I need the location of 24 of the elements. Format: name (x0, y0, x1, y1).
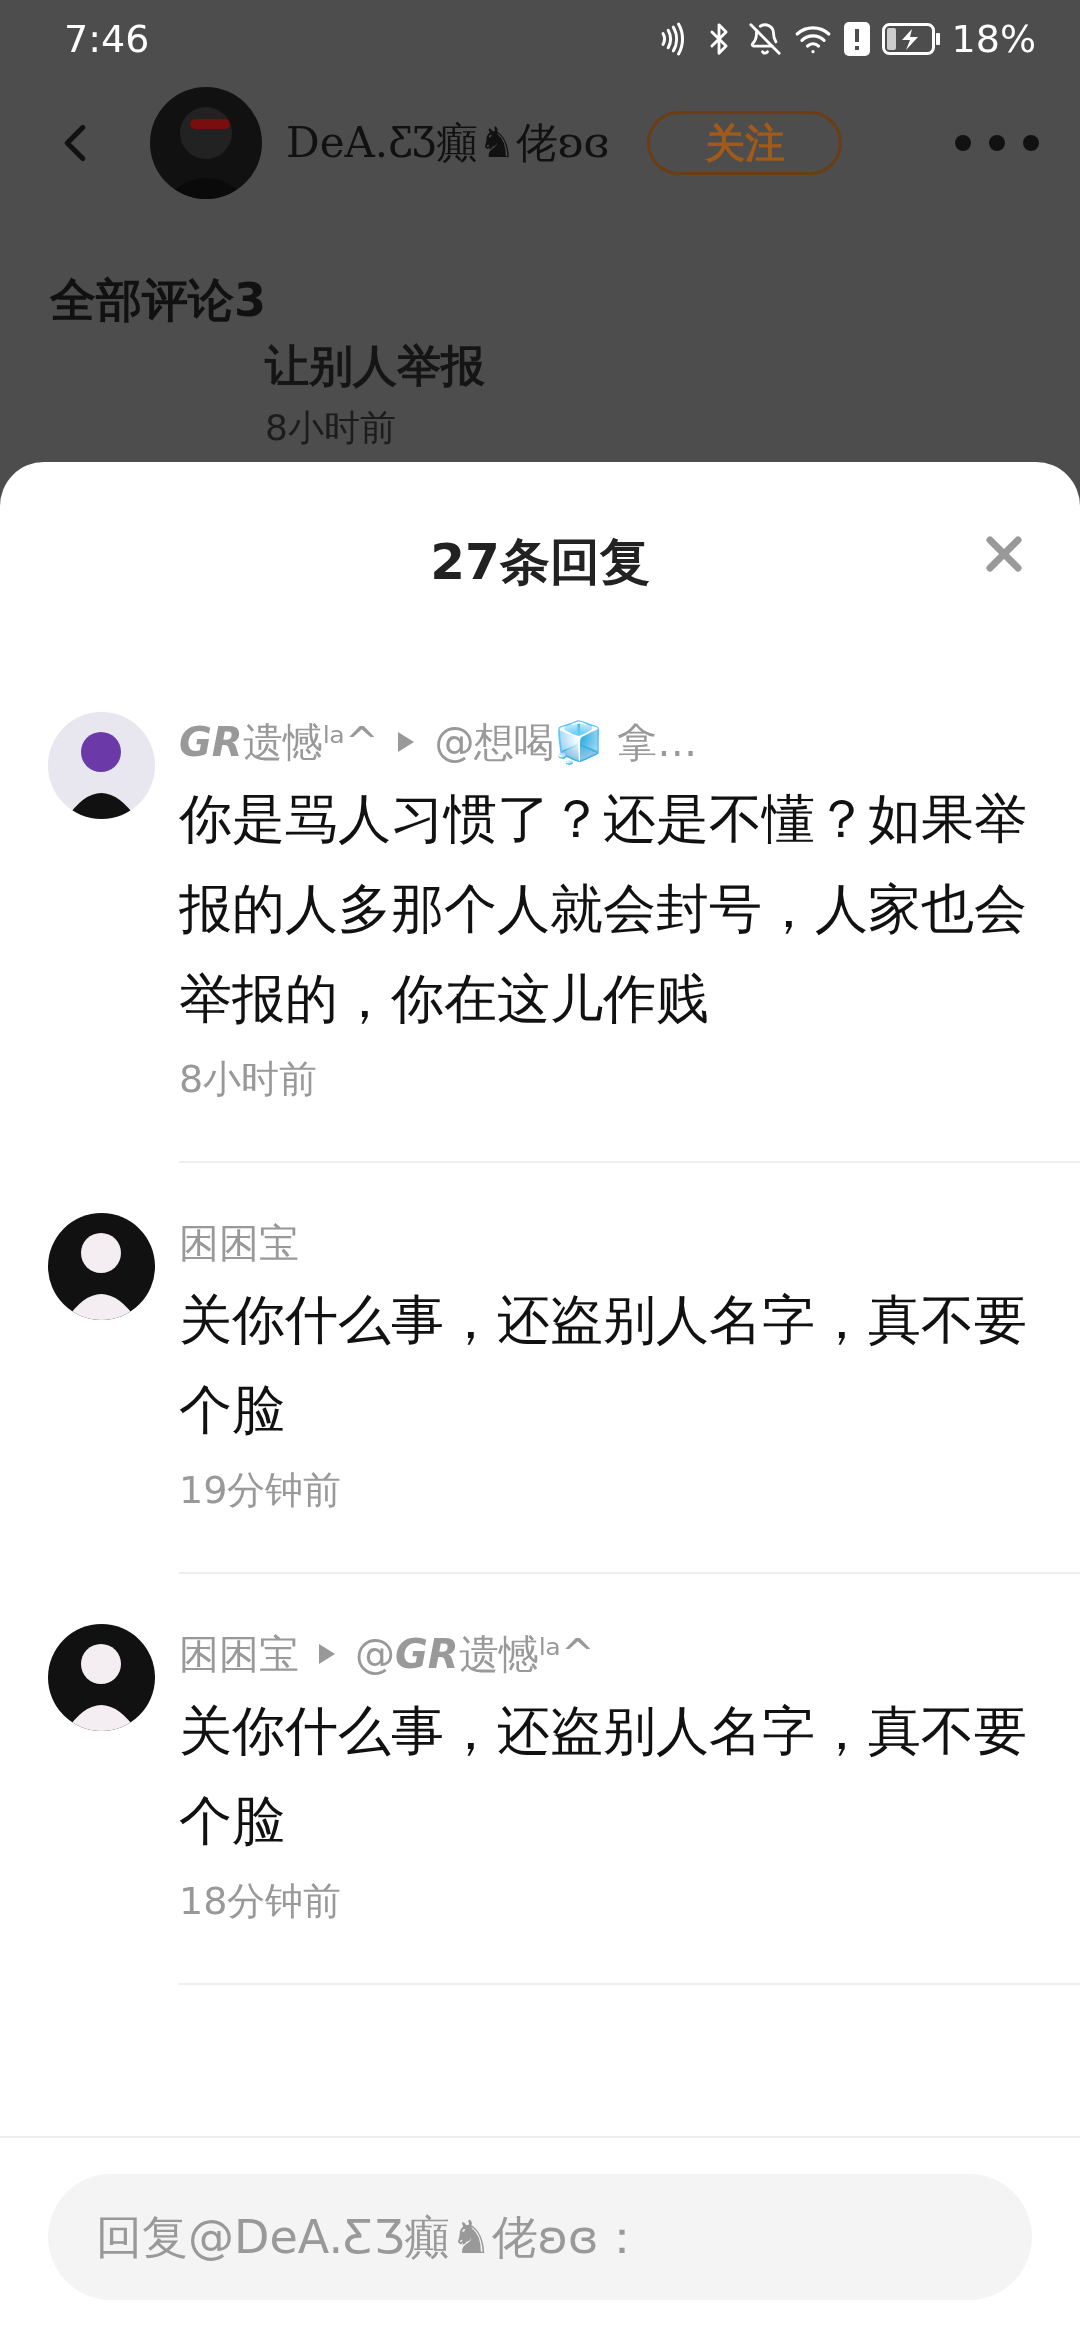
reply-target[interactable]: @GR遗憾ˡᵃ^ (355, 1626, 595, 1682)
reply-time: 8小时前 (179, 1056, 319, 1103)
reply-target[interactable]: @想喝🧊 拿… (434, 714, 698, 770)
reply-time: 19分钟前 (179, 1467, 343, 1514)
reply-arrow-icon (317, 1642, 337, 1666)
more-icon[interactable] (954, 134, 1040, 152)
reply-text: 关你什么事，还盗别人名字，真不要个脸 (179, 1699, 1028, 1853)
author-name[interactable]: GR遗憾ˡᵃ^ (179, 714, 379, 770)
alert-icon (843, 22, 870, 56)
reply-time: 18分钟前 (179, 1878, 343, 1925)
bell-off-icon (747, 22, 782, 56)
follow-button[interactable]: 关注 (647, 111, 843, 175)
comment-text: 让别人举报 (265, 339, 486, 393)
battery-percent: 18% (951, 17, 1036, 61)
reply-text: 你是骂人习惯了？还是不懂？如果举报的人多那个人就会封号，人家也会举报的，你在这儿作贱 (179, 787, 1028, 1031)
author-name[interactable]: 困困宝 (179, 1626, 299, 1682)
reply-text: 关你什么事，还盗别人名字，真不要个脸 (179, 1288, 1028, 1442)
section-title: 全部评论3 (48, 272, 267, 329)
battery-icon (881, 23, 940, 55)
username[interactable]: DeA.ƸƷ癲♞佬ʚɞ (286, 115, 610, 171)
author-name[interactable]: 困困宝 (179, 1215, 299, 1271)
sheet-title: 27条回复 (430, 531, 650, 593)
reply-input[interactable]: 回复@DeA.ƸƷ癲♞佬ʚɞ： (48, 2174, 1032, 2300)
status-time: 7:46 (64, 17, 150, 61)
